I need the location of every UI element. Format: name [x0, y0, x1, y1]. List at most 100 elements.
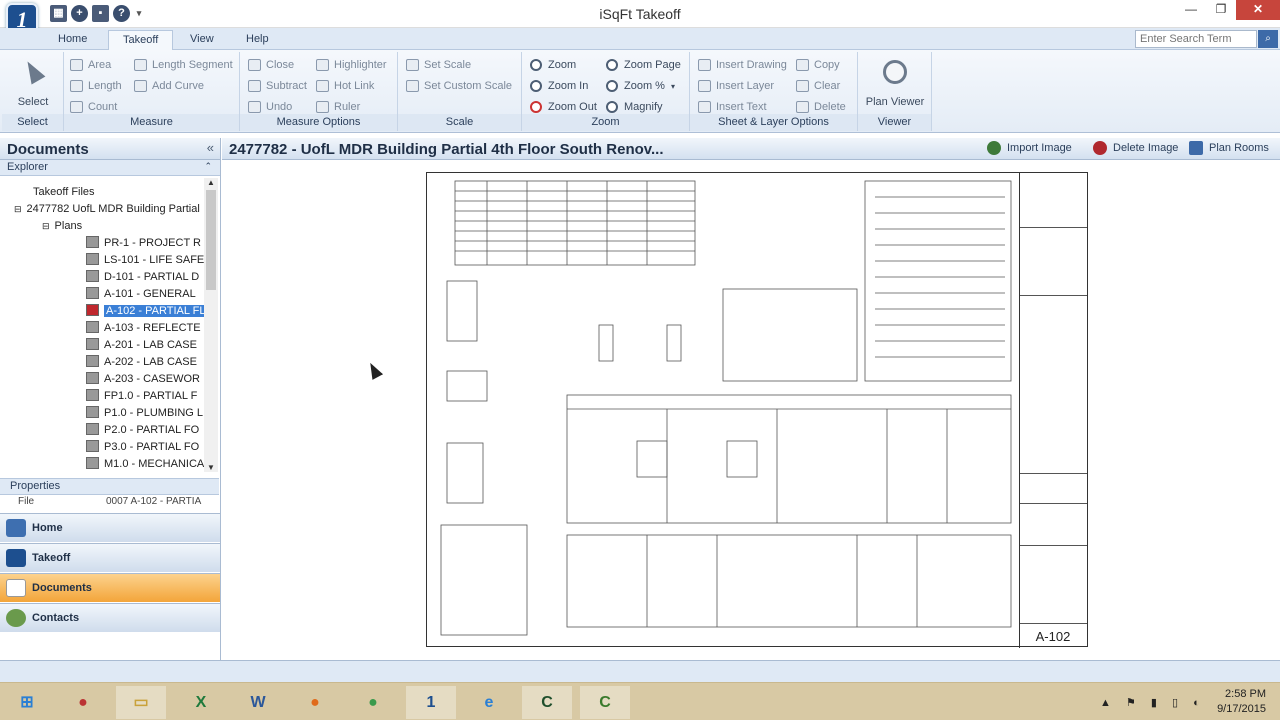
close-button[interactable]: ✕	[1236, 0, 1280, 20]
chevron-up-icon[interactable]: ⌃	[204, 161, 212, 172]
select-button[interactable]: Select	[10, 57, 56, 108]
tree-sheet-item[interactable]: A-202 - LAB CASE	[86, 354, 197, 371]
plan-rooms-button[interactable]: Plan Rooms	[1189, 141, 1269, 155]
document-header: 2477782 - UofL MDR Building Partial 4th …	[222, 138, 1280, 160]
tab-help[interactable]: Help	[232, 30, 283, 50]
tree-sheet-item[interactable]: D-101 - PARTIAL D	[86, 269, 199, 286]
nav-takeoff[interactable]: Takeoff	[0, 543, 220, 572]
hot-link-button[interactable]: Hot Link	[314, 77, 374, 95]
ribbon: Select Select Area Length Count Length S…	[0, 50, 1280, 133]
insert-drawing-button[interactable]: Insert Drawing	[696, 56, 787, 74]
tree-scrollbar[interactable]: ▲ ▼	[204, 178, 218, 472]
add-curve-button[interactable]: Add Curve	[132, 77, 204, 95]
tree-sheet-item[interactable]: P3.0 - PARTIAL FO	[86, 439, 199, 456]
insert-layer-button[interactable]: Insert Layer	[696, 77, 774, 95]
zoom-page-button[interactable]: Zoom Page	[604, 56, 681, 74]
system-tray[interactable]: ▲ ⚑ ▮ ▯ ◐	[1100, 696, 1206, 709]
isqft-takeoff-icon[interactable]: 1	[406, 686, 456, 719]
import-image-button[interactable]: Import Image	[987, 141, 1072, 155]
tree-sheet-item[interactable]: P1.0 - PLUMBING L	[86, 405, 203, 422]
window-title: iSqFt Takeoff	[599, 6, 681, 22]
highlighter-button[interactable]: Highlighter	[314, 56, 387, 74]
zoom-percent-dropdown[interactable]: Zoom % ▾	[604, 77, 675, 95]
zoom-out-icon	[530, 101, 542, 113]
tree-sheet-item[interactable]: FP1.0 - PARTIAL F	[86, 388, 197, 405]
area-icon	[70, 59, 83, 71]
sheet-icon	[86, 355, 99, 367]
subtract-button[interactable]: Subtract	[246, 77, 307, 95]
tree-sheet-item[interactable]: A-103 - REFLECTE	[86, 320, 201, 337]
tree-sheet-item[interactable]: P2.0 - PARTIAL FO	[86, 422, 199, 439]
properties-header[interactable]: Properties	[0, 478, 219, 495]
sheet-icon	[86, 253, 99, 265]
zoom-in-button[interactable]: Zoom In	[528, 77, 588, 95]
tree-sheet-item[interactable]: LS-101 - LIFE SAFE	[86, 252, 204, 269]
tree-project[interactable]: ⊟ 2477782 UofL MDR Building Partial	[14, 201, 200, 218]
plan-viewer-icon	[883, 60, 907, 84]
sheet-icon	[86, 457, 99, 469]
camtasia-recorder-icon[interactable]: C	[580, 686, 630, 719]
group-label: Viewer	[858, 114, 931, 131]
tree-root[interactable]: Takeoff Files	[33, 184, 95, 201]
nav-contacts[interactable]: Contacts	[0, 603, 220, 632]
magnify-icon	[606, 101, 618, 113]
search-icon[interactable]: ⌕	[1258, 30, 1278, 48]
paint-app-icon[interactable]: ●	[58, 686, 108, 719]
length-segment-button[interactable]: Length Segment	[132, 56, 233, 74]
delete-image-button[interactable]: Delete Image	[1093, 141, 1178, 155]
nav-home[interactable]: Home	[0, 513, 220, 542]
collapse-toggle-icon[interactable]: ⊟	[14, 204, 22, 214]
firefox-icon[interactable]: ●	[290, 686, 340, 719]
takeoff-icon	[6, 549, 26, 567]
tab-home[interactable]: Home	[44, 30, 101, 50]
plan-sheet[interactable]: A-102	[426, 172, 1088, 648]
insert-text-icon	[698, 101, 711, 113]
tree-sheet-item[interactable]: A-102 - PARTIAL FL	[86, 303, 204, 320]
tab-view[interactable]: View	[176, 30, 228, 50]
clock[interactable]: 2:58 PM 9/17/2015	[1217, 687, 1266, 717]
internet-explorer-icon[interactable]: e	[464, 686, 514, 719]
nav-documents[interactable]: Documents	[0, 573, 220, 602]
tab-takeoff[interactable]: Takeoff	[108, 30, 174, 51]
camtasia-icon[interactable]: C	[522, 686, 572, 719]
set-custom-scale-button[interactable]: Set Custom Scale	[404, 77, 512, 95]
tree-sheet-item[interactable]: M1.0 - MECHANICA	[86, 456, 204, 472]
file-explorer-icon[interactable]: ▭	[116, 686, 166, 719]
word-icon[interactable]: W	[233, 686, 283, 719]
restore-button[interactable]: ❐	[1206, 0, 1236, 20]
explorer-header[interactable]: Explorer ⌃	[0, 160, 220, 176]
plan-canvas[interactable]: A-102	[222, 160, 1280, 660]
excel-icon[interactable]: X	[176, 686, 226, 719]
tree-sheet-item[interactable]: A-201 - LAB CASE	[86, 337, 197, 354]
scrollbar-thumb[interactable]	[206, 190, 216, 290]
start-button[interactable]: ⊞	[2, 686, 52, 719]
tree-sheet-item[interactable]: A-101 - GENERAL	[86, 286, 196, 303]
tree-folder-plans[interactable]: ⊟ Plans	[42, 218, 82, 235]
scroll-up-icon[interactable]: ▲	[204, 178, 218, 187]
documents-pane: Documents « Explorer ⌃ Takeoff Files ⊟ 24…	[0, 138, 221, 660]
tree-sheet-item[interactable]: A-203 - CASEWOR	[86, 371, 200, 388]
scroll-down-icon[interactable]: ▼	[204, 463, 218, 472]
copy-button[interactable]: Copy	[794, 56, 840, 74]
ribbon-tabs: Home Takeoff View Help ⌕	[0, 28, 1280, 51]
search-input[interactable]	[1135, 30, 1257, 48]
floor-plan-drawing	[440, 180, 1012, 636]
area-button[interactable]: Area	[68, 56, 111, 74]
close-shape-button[interactable]: Close	[246, 56, 294, 74]
zoom-in-icon	[530, 80, 542, 92]
chrome-icon[interactable]: ●	[348, 686, 398, 719]
title-bar: 1 ▦ + ▪ ? ▾ iSqFt Takeoff — ❐ ✕	[0, 0, 1280, 37]
collapse-icon[interactable]: «	[207, 140, 214, 155]
contacts-icon	[6, 609, 26, 627]
tree-sheet-item[interactable]: PR-1 - PROJECT R	[86, 235, 201, 252]
minimize-button[interactable]: —	[1176, 0, 1206, 20]
home-icon	[6, 519, 26, 537]
length-button[interactable]: Length	[68, 77, 122, 95]
plan-viewer-button[interactable]: Plan Viewer	[862, 60, 928, 108]
chevron-down-icon: ▾	[670, 82, 675, 91]
clear-button[interactable]: Clear	[794, 77, 840, 95]
set-scale-button[interactable]: Set Scale	[404, 56, 471, 74]
sheet-icon	[86, 270, 99, 282]
zoom-button[interactable]: Zoom	[528, 56, 576, 74]
collapse-toggle-icon[interactable]: ⊟	[42, 221, 50, 231]
